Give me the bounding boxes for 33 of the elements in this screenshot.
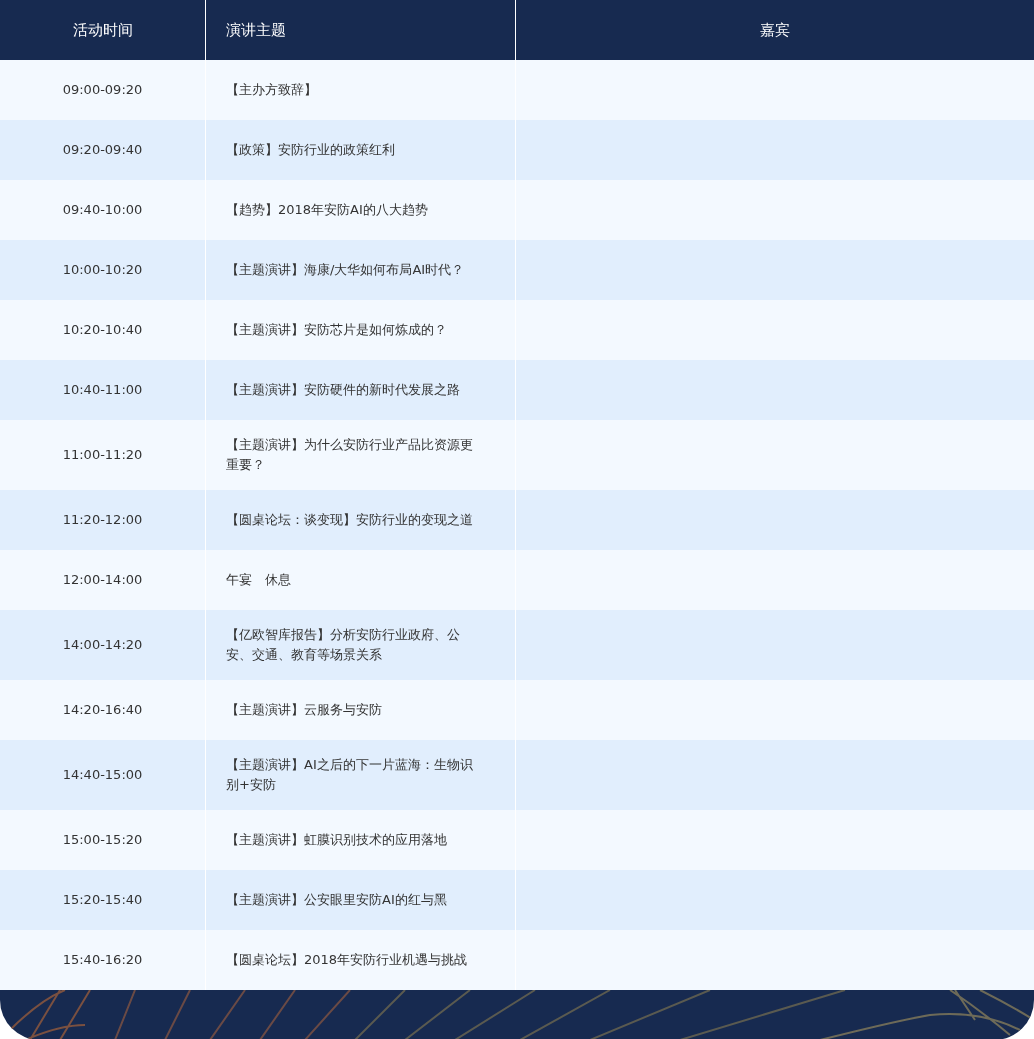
column-header: 嘉宾	[760, 19, 790, 41]
time-cell-text: 14:20-16:40	[62, 701, 143, 720]
topic-cell-text: 【圆桌论坛：谈变现】安防行业的变现之道	[226, 511, 473, 529]
topic-cell-text: 【主题演讲】为什么安防行业产品比资源更重要？	[226, 436, 474, 474]
topic-cell-text: 【主题演讲】公安眼里安防AI的红与黑	[226, 891, 447, 909]
column-header: 演讲主题	[226, 19, 286, 41]
topic-cell-text: 【圆桌论坛】2018年安防行业机遇与挑战	[226, 951, 468, 969]
time-cell-text: 15:20-15:40	[62, 891, 143, 910]
time-cell-text: 09:00-09:20	[62, 81, 143, 100]
time-cell-text: 15:00-15:20	[62, 831, 143, 850]
time-cell-text: 14:00-14:20	[62, 636, 143, 655]
time-cell-text: 11:00-11:20	[62, 446, 143, 465]
topic-cell-text: 午宴 休息	[226, 571, 291, 589]
topic-cell-text: 【主办方致辞】	[226, 81, 317, 99]
column-header: 活动时间	[72, 19, 133, 41]
time-cell-text: 15:40-16:20	[62, 951, 143, 970]
topic-cell-text: 【主题演讲】安防硬件的新时代发展之路	[226, 381, 460, 399]
time-cell-text: 10:40-11:00	[62, 381, 143, 400]
time-cell-text: 11:20-12:00	[62, 511, 143, 530]
time-cell-text: 09:20-09:40	[62, 141, 143, 160]
topic-cell-text: 【主题演讲】虹膜识别技术的应用落地	[226, 831, 447, 849]
topic-cell-text: 【主题演讲】云服务与安防	[226, 701, 382, 719]
time-cell-text: 14:40-15:00	[62, 766, 143, 785]
time-cell-text: 09:40-10:00	[62, 201, 143, 220]
time-cell-text: 12:00-14:00	[62, 571, 143, 590]
topic-cell-text: 【趋势】2018年安防AI的八大趋势	[226, 201, 428, 219]
time-cell-text: 10:20-10:40	[62, 321, 143, 340]
topic-cell-text: 【主题演讲】海康/大华如何布局AI时代？	[226, 261, 465, 279]
topic-cell-text: 【主题演讲】AI之后的下一片蓝海：生物识别+安防	[226, 756, 474, 794]
topic-cell-text: 【主题演讲】安防芯片是如何炼成的？	[226, 321, 447, 339]
topic-cell-text: 【亿欧智库报告】分析安防行业政府、公安、交通、教育等场景关系	[226, 626, 461, 664]
topic-cell-text: 【政策】安防行业的政策红利	[226, 141, 395, 159]
time-cell-text: 10:00-10:20	[62, 261, 143, 280]
